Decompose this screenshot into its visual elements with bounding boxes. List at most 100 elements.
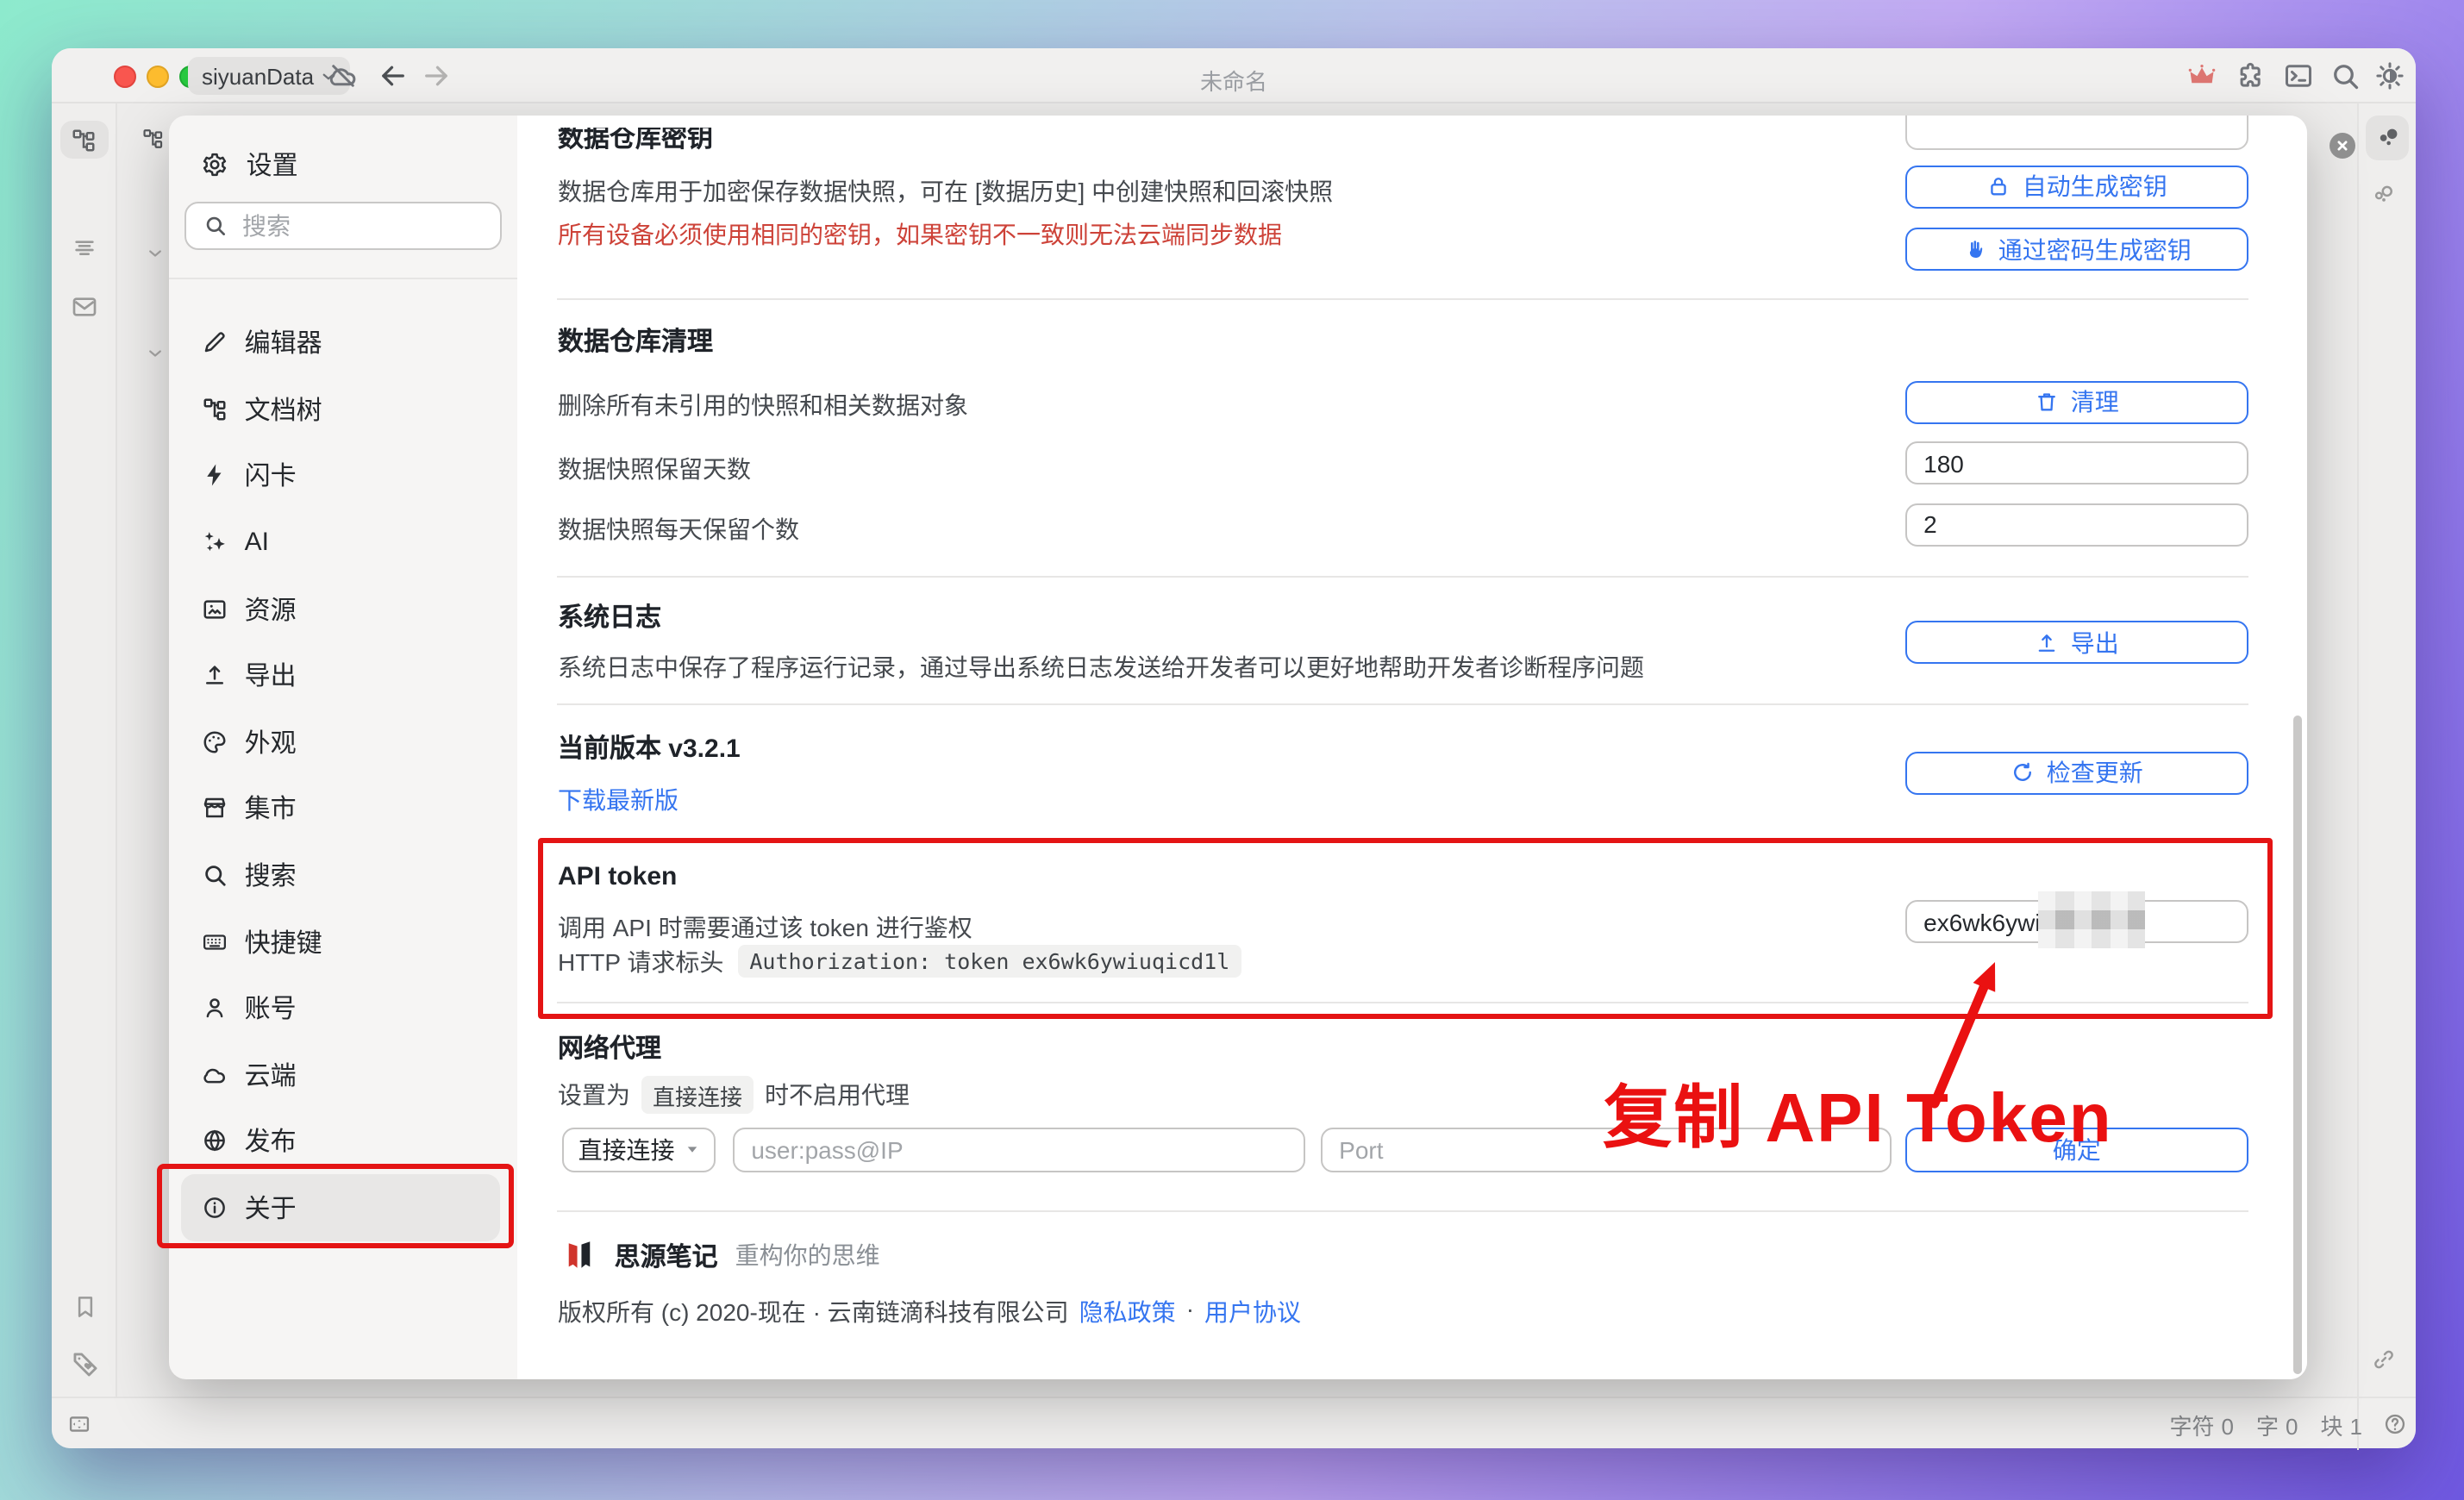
- generate-key-by-passphrase-button[interactable]: 通过密码生成密钥: [1904, 228, 2248, 271]
- dock-bookmark-button[interactable]: [72, 1293, 98, 1321]
- sidebar-item-label: 闪卡: [245, 458, 297, 494]
- about-footer: 思源笔记 重构你的思维: [563, 1237, 880, 1273]
- export-log-button[interactable]: 导出: [1904, 621, 2248, 664]
- sidebar-item-appearance[interactable]: 外观: [170, 709, 517, 775]
- settings-menu: 编辑器 文档树 闪卡 AI: [170, 309, 517, 1241]
- sidebar-item-publish[interactable]: 发布: [170, 1108, 517, 1174]
- cloud-off-icon[interactable]: [328, 60, 359, 91]
- proxy-address-input[interactable]: [732, 1127, 1305, 1172]
- close-icon[interactable]: [2329, 132, 2355, 158]
- sidebar-item-about[interactable]: 关于: [182, 1174, 500, 1241]
- char-count: 字符0: [2163, 1408, 2235, 1441]
- purge-desc: 删除所有未引用的快照和相关数据对象: [558, 388, 968, 422]
- purge-button[interactable]: 清理: [1904, 380, 2248, 423]
- proxy-mode-select[interactable]: 直接连接: [563, 1127, 716, 1172]
- theme-contrast-icon[interactable]: [2374, 60, 2405, 91]
- puzzle-icon[interactable]: [2235, 60, 2266, 91]
- dock-backlinks-button[interactable]: [2371, 1347, 2397, 1372]
- repo-key-input-partial[interactable]: [1904, 115, 2248, 149]
- http-header-code: Authorization: token ex6wk6ywiuqicd1l: [737, 945, 1241, 978]
- check-update-button[interactable]: 检查更新: [1904, 751, 2248, 794]
- repo-key-heading: 数据仓库密钥: [558, 127, 713, 154]
- proxy-desc-row: 设置为 直接连接 时不启用代理: [558, 1076, 910, 1114]
- sidebar-item-search[interactable]: 搜索: [170, 842, 517, 909]
- proxy-desc-chip: 直接连接: [642, 1076, 753, 1114]
- sidebar-item-label: 发布: [245, 1123, 297, 1159]
- content-scrollbar[interactable]: [2293, 716, 2303, 1374]
- section-divider: [558, 704, 2248, 706]
- sidebar-item-doctree[interactable]: 文档树: [170, 376, 517, 442]
- doc-tree-panel-icon: [141, 128, 164, 150]
- dock-global-graph-button[interactable]: [2371, 181, 2397, 207]
- chevron-down-icon[interactable]: [147, 345, 165, 362]
- auto-generate-key-button[interactable]: 自动生成密钥: [1904, 165, 2248, 208]
- refresh-icon: [2011, 760, 2035, 784]
- word-count-area: 字符0 字0 块1: [2163, 1398, 2408, 1450]
- word-count-text: 字符0 字0 块1: [2163, 1408, 2363, 1441]
- app-window: siyuanData 未命名: [52, 48, 2416, 1448]
- sidebar-item-bazaar[interactable]: 集市: [170, 775, 517, 841]
- sidebar-item-cloud[interactable]: 云端: [170, 1041, 517, 1108]
- sidebar-item-hotkeys[interactable]: 快捷键: [170, 909, 517, 975]
- sparkles-icon: [202, 529, 228, 555]
- section-divider: [558, 1210, 2248, 1212]
- chevron-down-icon[interactable]: [147, 245, 165, 262]
- api-http-header-row: HTTP 请求标头 Authorization: token ex6wk6ywi…: [558, 944, 1241, 978]
- traffic-light-minimize[interactable]: [146, 65, 168, 87]
- retention-days-label: 数据快照保留天数: [558, 451, 751, 485]
- sidebar-item-label: 关于: [245, 1190, 297, 1226]
- crown-icon[interactable]: [2186, 60, 2217, 91]
- back-button[interactable]: [378, 60, 409, 91]
- repo-key-warning: 所有设备必须使用相同的密钥，如果密钥不一致则无法云端同步数据: [558, 216, 1282, 251]
- forward-button[interactable]: [421, 60, 452, 91]
- dock-tag-button[interactable]: [71, 1350, 100, 1379]
- sidebar-item-account[interactable]: 账号: [170, 975, 517, 1041]
- repo-key-desc: 数据仓库用于加密保存数据快照，可在 [数据历史] 中创建快照和回滚快照: [558, 173, 1333, 208]
- sidebar-item-label: 编辑器: [245, 325, 322, 361]
- daily-keep-input[interactable]: [1904, 503, 2248, 546]
- sidebar-item-ai[interactable]: AI: [170, 509, 517, 576]
- search-icon[interactable]: [2330, 60, 2361, 91]
- block-count: 块1: [2314, 1408, 2363, 1441]
- workspace-switcher[interactable]: siyuanData: [188, 57, 350, 95]
- traffic-light-close[interactable]: [113, 65, 135, 87]
- dock-doc-tree-button[interactable]: [60, 121, 108, 159]
- privacy-policy-link[interactable]: 隐私政策: [1079, 1294, 1176, 1328]
- repo-key-section: 数据仓库密钥: [558, 127, 713, 156]
- check-update-label: 检查更新: [2047, 755, 2143, 790]
- section-divider: [558, 1001, 2248, 1003]
- dock-inbox-button[interactable]: [71, 293, 98, 321]
- sidebar-item-label: 资源: [245, 591, 297, 627]
- sidebar-item-editor[interactable]: 编辑器: [170, 309, 517, 376]
- desktop-background: siyuanData 未命名: [0, 0, 2464, 1500]
- system-log-desc: 系统日志中保存了程序运行记录，通过导出系统日志发送给开发者可以更好地帮助开发者诊…: [558, 650, 1644, 684]
- sideb ar-item-export[interactable]: 导出: [170, 642, 517, 709]
- help-icon[interactable]: [2383, 1412, 2407, 1436]
- settings-search-input[interactable]: 搜索: [184, 202, 502, 250]
- store-icon: [202, 796, 228, 822]
- daily-keep-label: 数据快照每天保留个数: [558, 512, 799, 547]
- separator-dot: ·: [1186, 1294, 1194, 1328]
- copy-api-token-annotation: 复制 API Token: [1603, 1080, 2112, 1156]
- dock-graph-button[interactable]: [2366, 115, 2409, 159]
- section-divider: [558, 575, 2248, 577]
- sidebar-item-flashcard[interactable]: 闪卡: [170, 442, 517, 509]
- download-latest-link[interactable]: 下载最新版: [558, 782, 679, 816]
- document-title: 未命名: [1200, 64, 1267, 97]
- proxy-heading: 网络代理: [558, 1029, 661, 1066]
- proxy-desc-suffix: 时不启用代理: [765, 1078, 910, 1112]
- sidebar-item-label: 云端: [245, 1057, 297, 1093]
- sidebar-item-label: 快捷键: [245, 923, 322, 959]
- user-agreement-link[interactable]: 用户协议: [1204, 1294, 1301, 1328]
- siyuan-logo: [563, 1240, 597, 1271]
- trash-icon: [2035, 390, 2059, 414]
- bolt-icon: [202, 463, 228, 489]
- fullscreen-icon[interactable]: [65, 1412, 92, 1436]
- dock-outline-button[interactable]: [71, 234, 98, 262]
- retention-days-input[interactable]: [1904, 441, 2248, 484]
- app-name: 思源笔记: [615, 1237, 718, 1273]
- terminal-icon[interactable]: [2283, 60, 2314, 91]
- upload-icon: [2035, 630, 2059, 654]
- sidebar-item-assets[interactable]: 资源: [170, 576, 517, 642]
- generate-key-by-passphrase-label: 通过密码生成密钥: [1998, 232, 2192, 266]
